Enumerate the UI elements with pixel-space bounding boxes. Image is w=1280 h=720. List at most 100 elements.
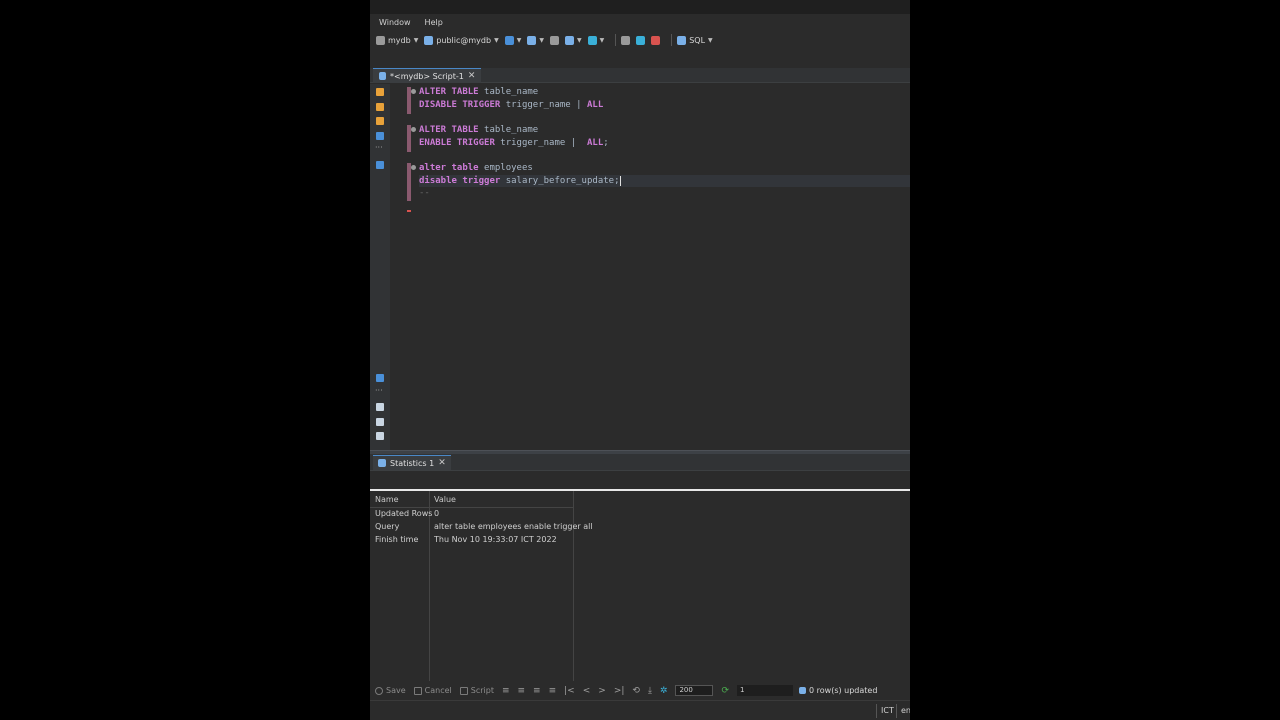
terminal-icon[interactable] bbox=[376, 161, 384, 169]
next-page-icon[interactable]: > bbox=[598, 686, 606, 696]
code-line: DISABLE TRIGGER trigger_name | ALL bbox=[419, 99, 603, 111]
fetch-size-input[interactable]: 200 bbox=[675, 685, 714, 696]
commit-mode-button[interactable]: ▼ bbox=[527, 35, 544, 45]
schema-selector[interactable]: public@mydb ▼ bbox=[424, 35, 499, 45]
tab-title: Statistics 1 bbox=[390, 458, 435, 468]
chevron-down-icon: ▼ bbox=[413, 36, 419, 44]
fold-icon[interactable] bbox=[411, 165, 416, 170]
execute-script-icon[interactable] bbox=[376, 103, 384, 111]
window-title-strip bbox=[370, 0, 910, 14]
connection-name: mydb bbox=[388, 35, 411, 45]
first-page-icon[interactable]: |< bbox=[564, 686, 575, 696]
keyword: ALTER TABLE bbox=[419, 125, 479, 135]
table-row-value[interactable]: alter table employees enable trigger all bbox=[434, 520, 593, 533]
dbeaver-window: Window Help mydb ▼ public@mydb ▼ ▼ ▼ ▼ ▼… bbox=[370, 0, 910, 720]
identifier: employees bbox=[478, 163, 533, 173]
text-cursor bbox=[619, 175, 621, 186]
chevron-down-icon: ▼ bbox=[516, 36, 522, 44]
save-button[interactable]: Save bbox=[375, 686, 406, 695]
results-tab-bar: Statistics 1 ✕ bbox=[370, 454, 910, 471]
statistics-table: Name Value Updated Rows 0 Query alter ta… bbox=[370, 491, 910, 681]
tab-title: *<mydb> Script-1 bbox=[390, 71, 464, 81]
timezone-indicator: ICT bbox=[876, 704, 898, 718]
editor-action-bar: ··· ··· bbox=[370, 84, 390, 450]
previous-page-icon[interactable]: < bbox=[583, 686, 591, 696]
more-icon[interactable]: ··· bbox=[375, 387, 385, 397]
menu-window[interactable]: Window bbox=[379, 18, 411, 27]
error-marker bbox=[407, 210, 411, 212]
close-icon[interactable]: ✕ bbox=[468, 71, 476, 81]
execute-new-tab-icon[interactable] bbox=[376, 117, 384, 125]
copy-row-icon[interactable]: ≡ bbox=[533, 686, 541, 696]
code-line: disable trigger salary_before_update; bbox=[419, 175, 621, 187]
tools-button[interactable]: ▼ bbox=[587, 35, 604, 45]
settings-icon[interactable]: ✲ bbox=[660, 686, 668, 696]
delete-row-icon[interactable]: ≡ bbox=[549, 686, 557, 696]
cancel-icon bbox=[413, 686, 422, 695]
commit-icon bbox=[527, 35, 537, 45]
identifier: salary_before_update; bbox=[500, 176, 620, 186]
commit-button[interactable] bbox=[621, 35, 631, 45]
export-icon[interactable] bbox=[376, 418, 384, 426]
cancel-label: Cancel bbox=[424, 686, 452, 695]
table-row-name: Updated Rows bbox=[375, 509, 433, 518]
close-icon[interactable]: ✕ bbox=[438, 458, 446, 468]
keyword: alter table bbox=[419, 163, 479, 173]
tools-icon bbox=[587, 35, 597, 45]
document-icon[interactable] bbox=[376, 403, 384, 411]
execute-statement-icon[interactable] bbox=[376, 88, 384, 96]
statistics-icon bbox=[378, 459, 386, 467]
fold-icon[interactable] bbox=[411, 89, 416, 94]
toolbar-spacer bbox=[370, 50, 910, 68]
code-area[interactable]: ALTER TABLE table_name DISABLE TRIGGER t… bbox=[419, 84, 910, 450]
sql-editor[interactable]: ··· ··· ALTER TABLE table_name DISABLE T… bbox=[370, 84, 910, 450]
results-toolbar: Save Cancel Script ≡ ≡ ≡ ≡ |< < > >| ⟲ ⤓… bbox=[370, 681, 910, 700]
edit-row-icon[interactable]: ≡ bbox=[502, 686, 510, 696]
import-icon[interactable] bbox=[376, 432, 384, 440]
bookmark-icon bbox=[549, 35, 559, 45]
rollback-icon bbox=[636, 35, 646, 45]
last-page-icon[interactable]: >| bbox=[614, 686, 625, 696]
tab-script-1[interactable]: *<mydb> Script-1 ✕ bbox=[373, 68, 482, 83]
table-row-value[interactable]: 0 bbox=[434, 507, 439, 520]
sql-file-icon bbox=[677, 35, 687, 45]
fold-icon[interactable] bbox=[411, 127, 416, 132]
bookmark-button[interactable] bbox=[549, 35, 559, 45]
disconnect-button[interactable] bbox=[651, 35, 661, 45]
search-icon bbox=[564, 35, 574, 45]
tab-statistics-1[interactable]: Statistics 1 ✕ bbox=[373, 455, 451, 470]
save-label: Save bbox=[386, 686, 406, 695]
column-header-name[interactable]: Name bbox=[375, 493, 399, 506]
table-row-value[interactable]: Thu Nov 10 19:33:07 ICT 2022 bbox=[434, 533, 557, 546]
rollback-button[interactable] bbox=[636, 35, 646, 45]
menu-help[interactable]: Help bbox=[425, 18, 443, 27]
search-button[interactable]: ▼ bbox=[564, 35, 582, 45]
locale-indicator[interactable]: en bbox=[896, 704, 910, 718]
check-icon bbox=[375, 686, 383, 695]
refresh-icon[interactable]: ⟲ bbox=[632, 686, 640, 696]
sql-label: SQL bbox=[689, 35, 706, 45]
code-line: ALTER TABLE table_name bbox=[419, 86, 538, 98]
transaction-mode-button[interactable]: ▼ bbox=[504, 35, 522, 45]
row-number-field[interactable]: 1 bbox=[737, 685, 794, 696]
keyword: disable trigger bbox=[419, 176, 501, 186]
settings-icon[interactable] bbox=[376, 374, 384, 382]
toolbar-separator bbox=[671, 34, 673, 46]
identifier: table_name bbox=[478, 125, 539, 135]
filter-bar[interactable] bbox=[370, 471, 910, 489]
add-row-icon[interactable]: ≡ bbox=[518, 686, 526, 696]
sql-editor-button[interactable]: SQL ▼ bbox=[677, 35, 713, 45]
cancel-button[interactable]: Cancel bbox=[413, 686, 452, 695]
keyword: ENABLE TRIGGER bbox=[419, 138, 495, 148]
auto-refresh-icon[interactable]: ⟳ bbox=[721, 686, 729, 696]
more-icon[interactable]: ··· bbox=[375, 144, 385, 154]
disconnect-icon bbox=[651, 35, 661, 45]
script-button[interactable]: Script bbox=[459, 686, 494, 695]
column-header-value[interactable]: Value bbox=[434, 493, 456, 506]
explain-plan-icon[interactable] bbox=[376, 132, 384, 140]
export-icon[interactable]: ⤓ bbox=[648, 686, 652, 696]
commit-arrow-icon bbox=[621, 35, 631, 45]
status-text: 0 row(s) updated bbox=[809, 686, 878, 695]
status-bar: ICT en bbox=[370, 700, 910, 720]
connection-selector[interactable]: mydb ▼ bbox=[376, 35, 419, 45]
